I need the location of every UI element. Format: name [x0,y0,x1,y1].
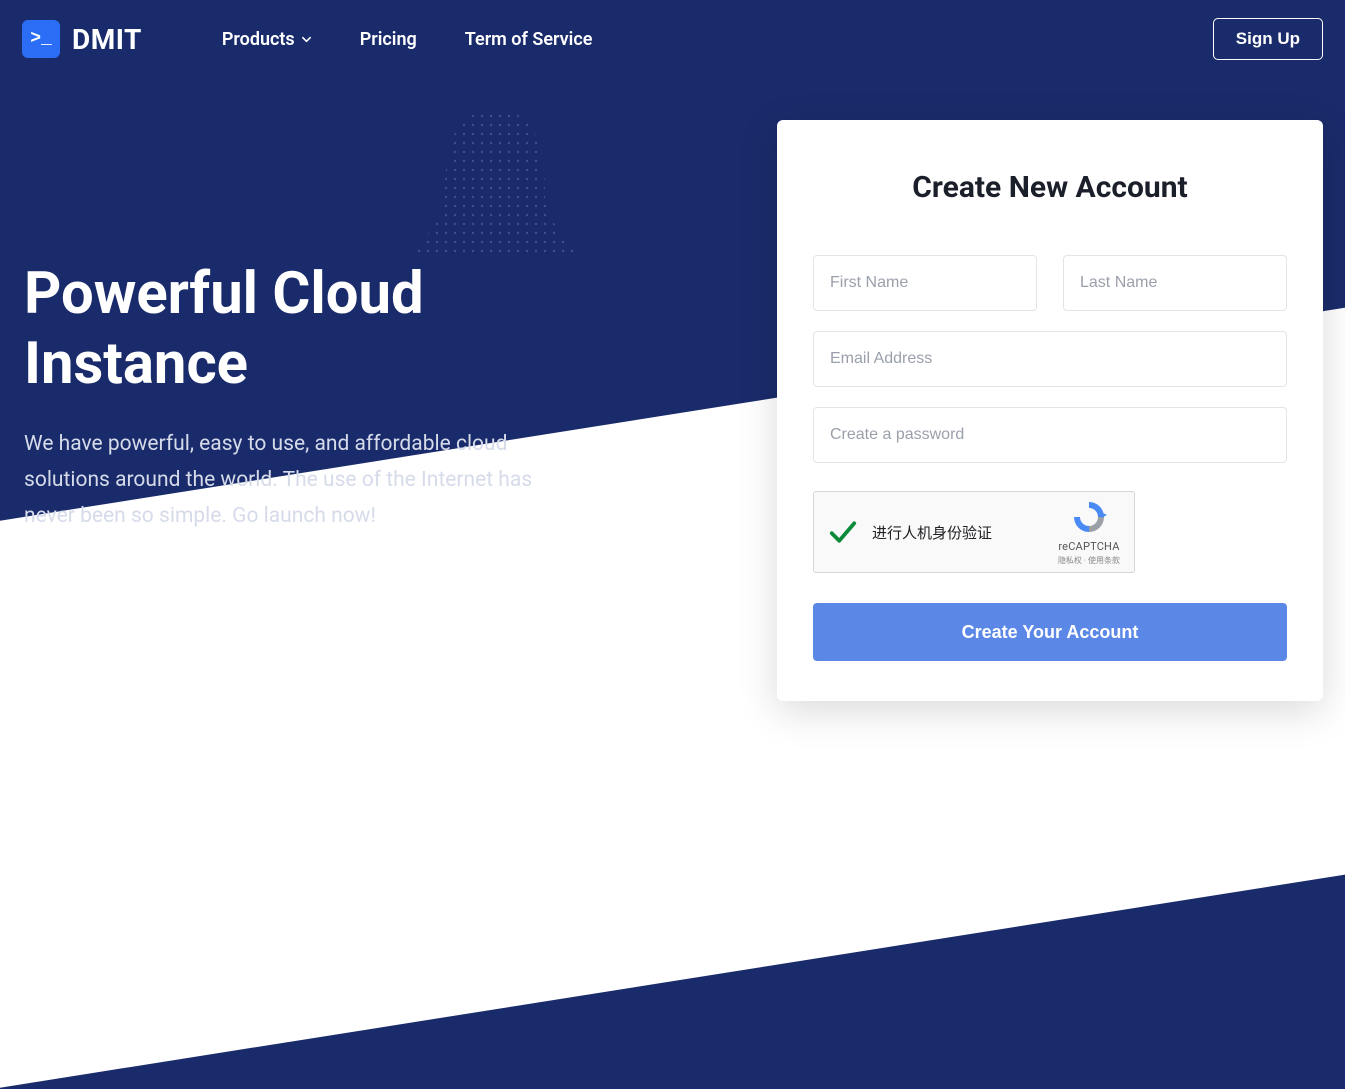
top-nav: >_ DMIT Products Pricing Term of Service… [0,0,1345,78]
nav-item-label: Pricing [360,29,417,50]
email-field[interactable] [813,331,1287,387]
recaptcha-icon [1071,499,1107,535]
chevron-down-icon [301,34,312,45]
recaptcha-terms-text: 隐私权 · 使用条款 [1058,555,1120,566]
nav-pricing[interactable]: Pricing [360,29,417,50]
recaptcha-label: 进行人机身份验证 [872,522,992,543]
nav-item-label: Products [222,29,295,50]
hero-heading: Powerful Cloud Instance [24,260,584,399]
hero-subtext: We have powerful, easy to use, and affor… [24,427,584,534]
recaptcha-branding: reCAPTCHA 隐私权 · 使用条款 [1058,499,1120,566]
password-field[interactable] [813,407,1287,463]
create-account-button[interactable]: Create Your Account [813,603,1287,661]
recaptcha-brand-text: reCAPTCHA [1058,540,1120,553]
brand-logo[interactable]: >_ DMIT [22,20,142,58]
recaptcha-widget[interactable]: 进行人机身份验证 reCAPTCHA 隐私权 · 使用条款 [813,491,1135,573]
hero-section: Powerful Cloud Instance We have powerful… [24,260,584,534]
brand-name: DMIT [72,23,142,56]
terminal-icon: >_ [22,20,60,58]
nav-tos[interactable]: Term of Service [465,29,593,50]
signup-card: Create New Account 进行人机身份验证 reCAPTCHA 隐私… [777,120,1323,701]
nav-item-label: Term of Service [465,29,593,50]
first-name-field[interactable] [813,255,1037,311]
nav-products[interactable]: Products [222,29,312,50]
signup-button[interactable]: Sign Up [1213,18,1323,60]
last-name-field[interactable] [1063,255,1287,311]
signup-card-title: Create New Account [813,170,1287,205]
dotted-bell-decoration [390,105,600,275]
checkmark-icon [828,517,858,547]
